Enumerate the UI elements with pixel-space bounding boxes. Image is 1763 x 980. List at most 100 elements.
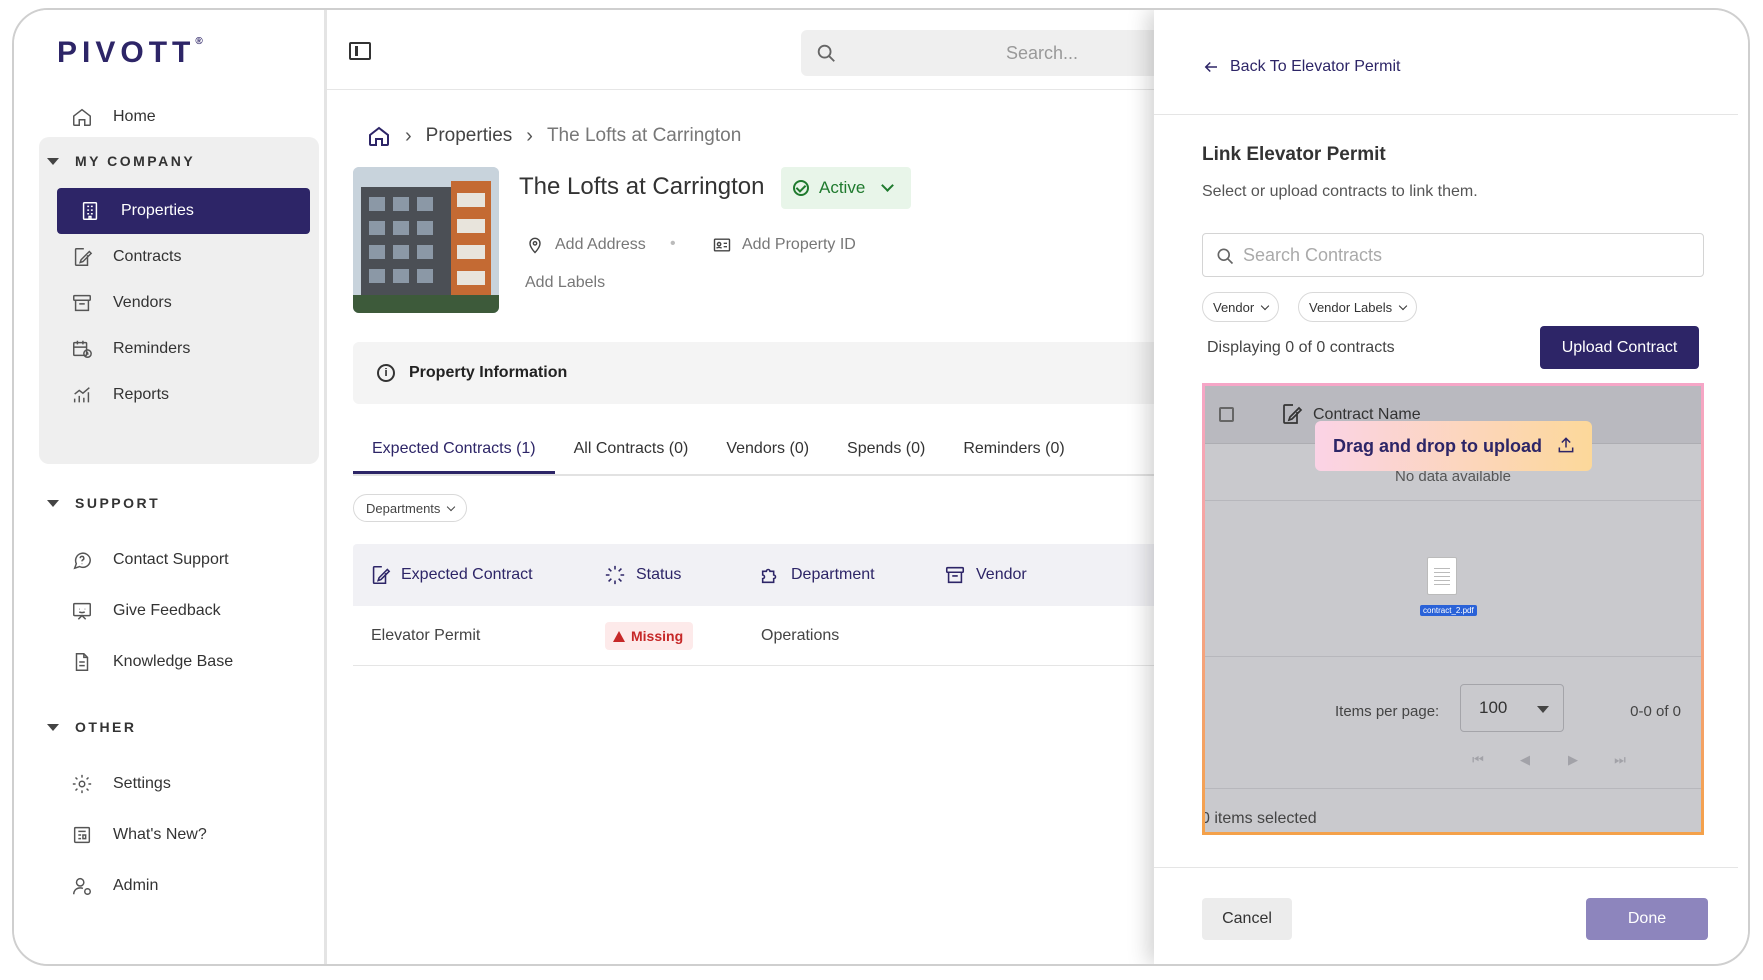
- chevron-down-icon: [447, 502, 456, 511]
- feedback-icon: [69, 598, 95, 624]
- section-support[interactable]: SUPPORT: [47, 495, 160, 511]
- vendor-filter[interactable]: Vendor: [1202, 292, 1280, 322]
- drag-and-drop-tooltip: Drag and drop to upload: [1315, 421, 1592, 471]
- items-per-page-select[interactable]: 100: [1460, 684, 1564, 732]
- chevron-down-icon: [1398, 301, 1408, 310]
- cell-status: Missing: [605, 606, 694, 666]
- store-icon: [945, 566, 965, 584]
- sidebar-item-admin[interactable]: Admin: [49, 863, 309, 909]
- property-tabs: Expected Contracts (1) All Contracts (0)…: [353, 426, 1183, 476]
- chevron-right-icon: ›: [526, 124, 533, 147]
- column-vendor[interactable]: Vendor: [944, 544, 1027, 606]
- admin-icon: [69, 873, 95, 899]
- sidebar-item-reports[interactable]: Reports: [49, 372, 309, 418]
- document-icon: [69, 649, 95, 675]
- property-image[interactable]: [353, 167, 499, 313]
- done-button[interactable]: Done: [1586, 898, 1708, 940]
- sidebar-item-label: Vendors: [113, 294, 172, 311]
- items-selected: 0 items selected: [1202, 810, 1317, 827]
- chevron-down-icon: [881, 179, 895, 192]
- sidebar-item-properties[interactable]: Properties: [57, 188, 310, 234]
- loader-icon: [605, 565, 625, 585]
- sidebar-toggle-icon[interactable]: [349, 42, 371, 60]
- divider: [1154, 114, 1738, 115]
- section-my-company[interactable]: MY COMPANY: [47, 153, 195, 169]
- sidebar: PIVOTT® Home MY COMPANY Properties Contr…: [14, 10, 327, 964]
- upload-icon: [1558, 437, 1574, 453]
- sidebar-item-label: Reminders: [113, 340, 191, 357]
- section-other[interactable]: OTHER: [47, 719, 137, 735]
- tab-expected-contracts[interactable]: Expected Contracts (1): [353, 426, 555, 474]
- table-row[interactable]: Elevator Permit Missing Operations: [353, 606, 1183, 666]
- sidebar-item-label: Admin: [113, 877, 159, 894]
- upload-contract-button[interactable]: Upload Contract: [1540, 326, 1699, 369]
- property-information-bar[interactable]: i Property Information: [353, 342, 1183, 404]
- puzzle-icon: [761, 568, 777, 584]
- next-page-icon[interactable]: ▶: [1563, 750, 1583, 770]
- upload-drop-zone[interactable]: Contract Name No data available Drag and…: [1202, 383, 1704, 835]
- status-label: Active: [819, 178, 866, 197]
- back-to-elevator-permit-link[interactable]: Back To Elevator Permit: [1202, 58, 1400, 76]
- chevron-down-icon: [1260, 301, 1270, 310]
- contract-icon: [372, 565, 391, 585]
- breadcrumb-properties[interactable]: Properties: [426, 125, 513, 147]
- store-icon: [69, 290, 95, 316]
- sidebar-item-give-feedback[interactable]: Give Feedback: [49, 588, 309, 634]
- tab-vendors[interactable]: Vendors (0): [707, 426, 828, 474]
- first-page-icon[interactable]: ⏮: [1468, 750, 1488, 770]
- caret-down-icon: [47, 157, 59, 165]
- column-expected-contract[interactable]: Expected Contract: [369, 544, 533, 606]
- sidebar-item-contracts[interactable]: Contracts: [49, 234, 309, 280]
- caret-down-icon: [1537, 706, 1549, 713]
- tab-spends[interactable]: Spends (0): [828, 426, 944, 474]
- sidebar-item-contact-support[interactable]: Contact Support: [49, 537, 309, 583]
- sidebar-item-whats-new[interactable]: What's New?: [49, 812, 309, 858]
- add-labels-link[interactable]: Add Labels: [525, 274, 605, 292]
- app-window: PIVOTT® Home MY COMPANY Properties Contr…: [12, 8, 1750, 966]
- caret-down-icon: [47, 499, 59, 507]
- sidebar-item-reminders[interactable]: Reminders: [49, 326, 309, 372]
- divider: [1205, 500, 1701, 501]
- sidebar-item-label: Settings: [113, 775, 171, 792]
- global-search-placeholder: Search...: [1006, 42, 1079, 63]
- departments-filter[interactable]: Departments: [353, 494, 468, 522]
- select-all-checkbox[interactable]: [1219, 407, 1234, 422]
- search-contracts-input[interactable]: Search Contracts: [1202, 233, 1704, 277]
- last-page-icon[interactable]: ⏭: [1610, 750, 1630, 770]
- sidebar-item-knowledge-base[interactable]: Knowledge Base: [49, 639, 309, 685]
- sidebar-item-label: Contracts: [113, 248, 182, 265]
- table-header: Expected Contract Status Department Vend…: [353, 544, 1183, 606]
- chevron-right-icon: ›: [405, 124, 412, 147]
- pivott-logo[interactable]: PIVOTT®: [57, 36, 203, 70]
- previous-page-icon[interactable]: ◀: [1515, 750, 1535, 770]
- dragged-file-icon[interactable]: [1427, 557, 1457, 595]
- divider: [1205, 788, 1701, 789]
- sidebar-item-settings[interactable]: Settings: [49, 761, 309, 807]
- search-icon: [817, 44, 835, 62]
- news-icon: [69, 822, 95, 848]
- status-dropdown[interactable]: Active: [781, 167, 911, 209]
- sidebar-item-vendors[interactable]: Vendors: [49, 280, 309, 326]
- cancel-button[interactable]: Cancel: [1202, 898, 1292, 940]
- home-icon[interactable]: [367, 124, 391, 148]
- dialog-subtitle: Select or upload contracts to link them.: [1202, 183, 1478, 200]
- sidebar-item-label: Reports: [113, 386, 170, 403]
- divider: [1154, 867, 1738, 868]
- column-department[interactable]: Department: [759, 544, 875, 606]
- add-property-id-link[interactable]: Add Property ID: [712, 235, 856, 255]
- sidebar-item-home[interactable]: Home: [49, 94, 309, 140]
- column-status[interactable]: Status: [604, 544, 681, 606]
- vendor-labels-filter[interactable]: Vendor Labels: [1298, 292, 1418, 322]
- items-per-page-label: Items per page:: [1335, 703, 1440, 720]
- tab-reminders[interactable]: Reminders (0): [944, 426, 1083, 474]
- meta-separator: •: [670, 235, 676, 252]
- sidebar-item-label: Contact Support: [113, 551, 229, 568]
- gear-icon: [69, 771, 95, 797]
- id-card-icon: [713, 238, 731, 252]
- search-contracts-placeholder: Search Contracts: [1243, 244, 1383, 265]
- add-address-link[interactable]: Add Address: [525, 235, 646, 255]
- tab-all-contracts[interactable]: All Contracts (0): [555, 426, 708, 474]
- dragged-file-name: contract_2.pdf: [1420, 605, 1477, 616]
- status-badge: Missing: [605, 622, 694, 650]
- property-title: The Lofts at Carrington: [519, 173, 765, 200]
